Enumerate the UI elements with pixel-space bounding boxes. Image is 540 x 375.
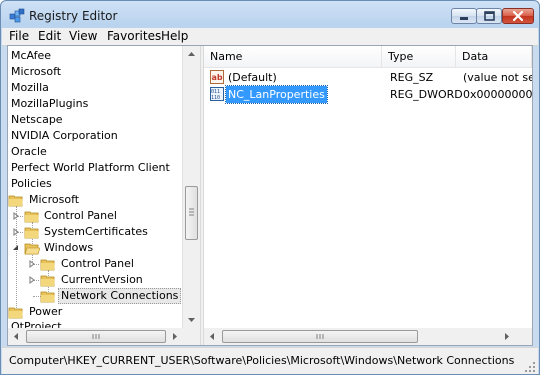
- scroll-thumb[interactable]: [185, 186, 198, 240]
- folder-icon: [24, 211, 39, 223]
- menu-view[interactable]: View: [67, 29, 99, 43]
- binary-value-icon: 011 110: [210, 87, 224, 101]
- menu-help[interactable]: Help: [159, 29, 190, 43]
- regedit-icon: [9, 8, 25, 23]
- tree-item-label: Power: [29, 305, 63, 318]
- grip-icon: [316, 334, 324, 339]
- tree-item-label: Network Connections: [58, 288, 182, 304]
- scroll-thumb[interactable]: [222, 330, 418, 343]
- status-path: Computer\HKEY_CURRENT_USER\Software\Poli…: [9, 354, 515, 367]
- status-bar: Computer\HKEY_CURRENT_USER\Software\Poli…: [2, 347, 538, 374]
- svg-text:ab: ab: [212, 73, 223, 82]
- arrow-left-icon: [14, 333, 18, 340]
- value-name: (Default): [228, 71, 277, 84]
- tree-item-label: Policies: [11, 177, 52, 190]
- minimize-button[interactable]: [451, 8, 477, 24]
- expand-icon[interactable]: [28, 276, 36, 284]
- list-horizontal-scrollbar[interactable]: [204, 328, 515, 345]
- scrollbar-corner: [515, 328, 532, 345]
- tree-vertical-scrollbar[interactable]: [182, 46, 200, 328]
- tree-item-label: MozillaPlugins: [11, 97, 89, 110]
- arrow-right-icon: [173, 333, 177, 340]
- tree-item-windows[interactable]: Windows: [8, 240, 182, 256]
- resize-grip-icon[interactable]: [524, 361, 536, 373]
- expand-icon[interactable]: [28, 260, 36, 268]
- grip-icon: [189, 208, 194, 216]
- grip-icon: [92, 334, 100, 339]
- tree-item-windows-control-panel[interactable]: Control Panel: [8, 256, 182, 272]
- tree-item-microsoft[interactable]: Microsoft: [8, 192, 182, 208]
- tree-item-label: Control Panel: [44, 209, 117, 222]
- tree-item-currentversion[interactable]: CurrentVersion: [8, 272, 182, 288]
- tree-item-network-connections[interactable]: Network Connections: [8, 288, 182, 304]
- registry-editor-window: Registry Editor File Edit View Favorites…: [0, 0, 540, 375]
- close-button[interactable]: [502, 8, 534, 24]
- menu-favorites[interactable]: Favorites: [105, 29, 163, 43]
- tree-item-power[interactable]: Power: [8, 304, 182, 320]
- tree-horizontal-scrollbar[interactable]: [8, 328, 183, 345]
- menu-file[interactable]: File: [7, 29, 31, 43]
- folder-icon: [8, 195, 23, 207]
- menu-bar: File Edit View Favorites Help: [2, 28, 538, 46]
- collapse-icon[interactable]: [12, 244, 20, 252]
- tree-item-label: CurrentVersion: [61, 273, 143, 286]
- tree-item-label: Mozilla: [11, 81, 49, 94]
- column-header-name[interactable]: Name: [204, 46, 382, 68]
- tree-item-label: Control Panel: [61, 257, 134, 270]
- tree-item-label: McAfee: [11, 49, 52, 62]
- tree-item-control-panel[interactable]: Control Panel: [8, 208, 182, 224]
- value-type: REG_DWORD: [390, 88, 463, 101]
- arrow-right-icon: [505, 333, 509, 340]
- folder-icon: [24, 227, 39, 239]
- value-type: REG_SZ: [390, 71, 434, 84]
- tree-item-label: Oracle: [11, 145, 47, 158]
- folder-icon: [40, 291, 55, 303]
- scrollbar-corner: [183, 328, 200, 345]
- column-header-data[interactable]: Data: [456, 46, 532, 68]
- minimize-icon: [460, 17, 468, 20]
- folder-open-icon: [24, 243, 40, 255]
- scroll-right-button[interactable]: [498, 328, 515, 345]
- title-bar[interactable]: Registry Editor: [1, 1, 539, 31]
- value-data: 0x00000000 (0): [463, 88, 532, 101]
- value-row[interactable]: 011 110 NC_LanProperties REG_DWORD 0x000…: [204, 85, 532, 104]
- column-header-type[interactable]: Type: [382, 46, 456, 68]
- value-data: (value not set): [463, 71, 532, 84]
- tree-item-label: Netscape: [11, 113, 63, 126]
- tree-item-systemcertificates[interactable]: SystemCertificates: [8, 224, 182, 240]
- values-list[interactable]: Name Type Data ab (Default) REG_SZ (valu…: [204, 46, 532, 345]
- folder-icon: [40, 259, 55, 271]
- value-name: NC_LanProperties: [225, 85, 328, 104]
- folder-icon: [40, 275, 55, 287]
- maximize-icon: [484, 11, 495, 21]
- scroll-up-button[interactable]: [183, 46, 200, 63]
- scroll-left-button[interactable]: [204, 328, 221, 345]
- tree-item-label: Windows: [44, 241, 94, 254]
- tree-item-label: SystemCertificates: [44, 225, 148, 238]
- scroll-left-button[interactable]: [8, 328, 25, 345]
- value-row[interactable]: ab (Default) REG_SZ (value not set): [204, 69, 532, 86]
- content-area: McAfee Microsoft Mozilla MozillaPlugins …: [7, 45, 533, 346]
- arrow-down-icon: [188, 318, 195, 322]
- tree-item-label: Perfect World Platform Client: [11, 161, 170, 174]
- close-icon: [512, 10, 524, 22]
- menu-edit[interactable]: Edit: [36, 29, 63, 43]
- svg-text:110: 110: [211, 95, 220, 101]
- string-value-icon: ab: [210, 70, 224, 84]
- scroll-right-button[interactable]: [166, 328, 183, 345]
- tree-item-label: NVIDIA Corporation: [11, 129, 118, 142]
- arrow-left-icon: [210, 333, 214, 340]
- registry-tree[interactable]: McAfee Microsoft Mozilla MozillaPlugins …: [8, 46, 200, 345]
- tree-item-label: Microsoft: [29, 193, 80, 206]
- window-title: Registry Editor: [29, 9, 118, 23]
- maximize-button[interactable]: [476, 8, 502, 24]
- scroll-down-button[interactable]: [183, 311, 200, 328]
- expand-icon[interactable]: [12, 212, 20, 220]
- scroll-thumb[interactable]: [26, 330, 166, 343]
- tree-item-label: Microsoft: [11, 65, 62, 78]
- arrow-up-icon: [188, 52, 195, 56]
- expand-icon[interactable]: [12, 228, 20, 236]
- folder-icon: [8, 307, 23, 319]
